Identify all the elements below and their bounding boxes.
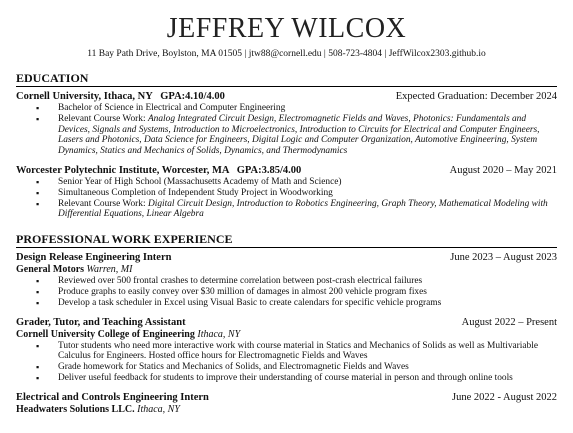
bullet-text: Senior Year of High School (Massachusett… (58, 176, 342, 187)
list-item: Grade homework for Statics and Mechanics… (36, 362, 557, 373)
experience-heading: PROFESSIONAL WORK EXPERIENCE (16, 232, 557, 249)
employer-location: Ithaca, NY (197, 328, 241, 340)
education-entry-cornell: Cornell University, Ithaca, NY GPA:4.10/… (16, 91, 557, 157)
list-item: Relevant Course Work: Analog Integrated … (36, 113, 557, 157)
list-item: Tutor students who need more interactive… (36, 341, 557, 363)
list-item: Senior Year of High School (Massachusett… (36, 176, 557, 188)
education-row: Worcester Polytechnic Institute, Worcest… (16, 165, 557, 177)
contact-line: 11 Bay Path Drive, Boylston, MA 01505 | … (87, 49, 486, 59)
employer-location: Warren, MI (86, 264, 133, 276)
list-item: Deliver useful feedback for students to … (36, 373, 557, 384)
resume-page: JEFFREY WILCOX 11 Bay Path Drive, Boylst… (0, 0, 573, 433)
experience-entry-gm: Design Release Engineering Intern June 2… (16, 252, 557, 308)
bullet-lead: Relevant Course Work: (58, 198, 148, 209)
job-date: June 2023 – August 2023 (450, 252, 557, 264)
education-date: Expected Graduation: December 2024 (395, 91, 557, 102)
education-date: August 2020 – May 2021 (449, 164, 557, 176)
employer-location: Ithaca, NY (137, 403, 180, 415)
job-title: Electrical and Controls Engineering Inte… (16, 391, 209, 403)
experience-entry-cornell: Grader, Tutor, and Teaching Assistant Au… (16, 317, 557, 384)
experience-entry-headwaters: Electrical and Controls Engineering Inte… (16, 392, 557, 416)
list-item: Relevant Course Work: Digital Circuit De… (36, 198, 557, 221)
employer-line: General Motors Warren, MI (16, 264, 557, 276)
experience-row: Design Release Engineering Intern June 2… (16, 252, 557, 264)
experience-bullets: Reviewed over 500 frontal crashes to det… (16, 276, 557, 308)
education-heading: EDUCATION (16, 71, 557, 87)
school-name: Worcester Polytechnic Institute, Worcest… (16, 164, 302, 176)
experience-row: Electrical and Controls Engineering Inte… (16, 392, 557, 404)
job-title: Grader, Tutor, and Teaching Assistant (16, 316, 186, 328)
bullet-text: Bachelor of Science in Electrical and Co… (58, 103, 286, 113)
employer-line: Cornell University College of Engineerin… (16, 329, 557, 341)
list-item: Bachelor of Science in Electrical and Co… (36, 103, 557, 114)
employer-name: Cornell University College of Engineerin… (16, 328, 195, 340)
experience-bullets: Tutor students who need more interactive… (16, 341, 557, 384)
list-item: Simultaneous Completion of Independent S… (36, 187, 557, 199)
education-bullets: Senior Year of High School (Massachusett… (16, 177, 557, 220)
bullet-text: Simultaneous Completion of Independent S… (58, 187, 333, 198)
resume-name: JEFFREY WILCOX (166, 13, 407, 44)
education-row: Cornell University, Ithaca, NY GPA:4.10/… (16, 91, 557, 103)
job-date: August 2022 – Present (461, 316, 557, 328)
list-item: Develop a task scheduler in Excel using … (36, 298, 557, 309)
education-bullets: Bachelor of Science in Electrical and Co… (16, 103, 557, 157)
employer-name: General Motors (16, 264, 85, 276)
job-title: Design Release Engineering Intern (16, 252, 172, 264)
employer-line: Headwaters Solutions LLC. Ithaca, NY (16, 404, 557, 416)
employer-name: Headwaters Solutions LLC. (16, 403, 135, 415)
experience-row: Grader, Tutor, and Teaching Assistant Au… (16, 317, 557, 329)
education-entry-wpi: Worcester Polytechnic Institute, Worcest… (16, 165, 557, 220)
list-item: Produce graphs to easily convey over $30… (36, 287, 557, 298)
list-item: Reviewed over 500 frontal crashes to det… (36, 276, 557, 287)
bullet-lead: Relevant Course Work: (58, 113, 148, 124)
school-name: Cornell University, Ithaca, NY GPA:4.10/… (16, 91, 225, 102)
job-date: June 2022 - August 2022 (452, 391, 557, 403)
